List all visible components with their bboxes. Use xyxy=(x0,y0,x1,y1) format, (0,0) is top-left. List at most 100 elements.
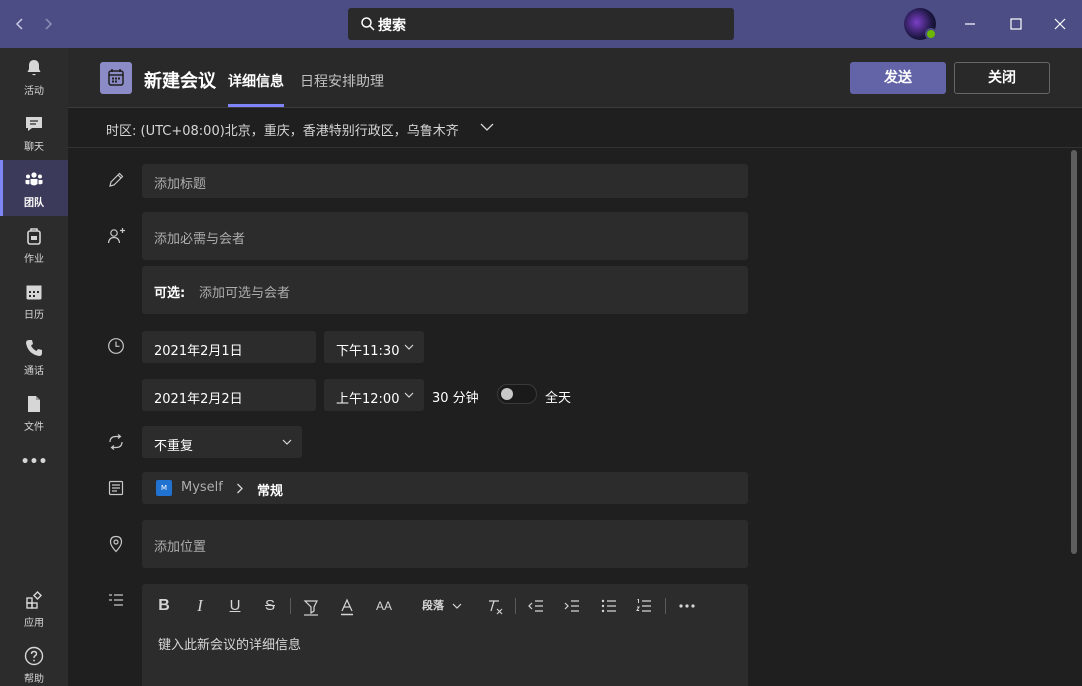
chevron-down-icon xyxy=(404,344,414,350)
repeat-value: 不重复 xyxy=(154,439,194,454)
rail-item-chat[interactable]: 聊天 xyxy=(0,104,68,160)
paragraph-style-dropdown[interactable]: 段落 xyxy=(422,596,444,616)
title-placeholder: 添加标题 xyxy=(154,177,207,192)
rail-item-label: 聊天 xyxy=(24,142,44,153)
required-attendees-input[interactable]: 添加必需与会者 xyxy=(142,212,748,260)
required-attendees-placeholder: 添加必需与会者 xyxy=(154,232,246,247)
chevron-right-icon xyxy=(237,483,243,494)
send-button[interactable]: 发送 xyxy=(850,62,946,94)
start-time-dropdown[interactable]: 下午11:30 xyxy=(324,331,424,363)
rail-item-apps[interactable]: 应用 xyxy=(0,580,68,636)
rail-item-label: 日历 xyxy=(24,310,44,321)
rail-item-assignments[interactable]: 作业 xyxy=(0,216,68,272)
optional-attendees-placeholder: 添加可选与会者 xyxy=(199,286,291,301)
rail-item-label: 作业 xyxy=(24,254,44,265)
phone-icon xyxy=(26,340,42,356)
end-time-value: 上午12:00 xyxy=(336,392,400,407)
close-window-icon[interactable] xyxy=(1048,12,1072,36)
back-arrow-icon[interactable] xyxy=(8,12,32,36)
maximize-icon[interactable] xyxy=(1004,12,1028,36)
rail-item-label: 应用 xyxy=(24,618,44,629)
location-pin-icon xyxy=(109,535,123,553)
details-placeholder: 键入此新会议的详细信息 xyxy=(158,638,302,653)
search-box[interactable]: 搜索 xyxy=(348,8,734,40)
channel-icon xyxy=(108,480,124,496)
bell-icon xyxy=(27,60,41,76)
rail-item-calendar[interactable]: 日历 xyxy=(0,272,68,328)
numbered-list-icon[interactable] xyxy=(636,598,652,614)
chevron-down-icon xyxy=(480,123,494,131)
backpack-icon xyxy=(27,228,41,245)
rail-more-button[interactable]: ••• xyxy=(0,440,68,496)
chevron-down-icon xyxy=(404,392,414,398)
rail-item-label: 文件 xyxy=(24,422,44,433)
help-icon xyxy=(24,646,44,666)
file-icon xyxy=(28,396,40,412)
rail-item-calls[interactable]: 通话 xyxy=(0,328,68,384)
timezone-label: 时区: (UTC+08:00)北京，重庆，香港特别行政区，乌鲁木齐 xyxy=(106,124,459,139)
italic-icon[interactable]: I xyxy=(192,596,208,616)
underline-icon[interactable]: U xyxy=(227,596,243,616)
minimize-icon[interactable] xyxy=(958,12,982,36)
status-available-icon xyxy=(925,28,937,40)
highlight-icon[interactable] xyxy=(302,598,320,616)
bold-icon[interactable]: B xyxy=(156,596,172,616)
more-options-icon[interactable] xyxy=(678,603,696,609)
tab-scheduling-assistant[interactable]: 日程安排助理 xyxy=(300,71,384,91)
calendar-badge-icon xyxy=(100,62,132,94)
apps-icon xyxy=(26,590,43,609)
repeat-dropdown[interactable]: 不重复 xyxy=(142,426,302,458)
title-input[interactable]: 添加标题 xyxy=(142,164,748,198)
rail-item-teams[interactable]: 团队 xyxy=(0,160,68,216)
tab-details[interactable]: 详细信息 xyxy=(228,71,284,107)
title-bar: 搜索 xyxy=(0,0,1082,48)
pencil-icon xyxy=(109,172,124,187)
rail-item-label: 帮助 xyxy=(24,674,44,685)
toolbar-divider xyxy=(515,598,516,614)
optional-label: 可选: xyxy=(154,286,186,301)
meeting-header: 新建会议 详细信息 日程安排助理 发送 关闭 xyxy=(68,48,1082,108)
repeat-icon xyxy=(109,434,123,450)
timezone-selector[interactable]: 时区: (UTC+08:00)北京，重庆，香港特别行政区，乌鲁木齐 xyxy=(68,108,1082,148)
all-day-label: 全天 xyxy=(545,391,572,406)
details-list-icon xyxy=(109,594,123,606)
all-day-toggle[interactable] xyxy=(497,384,537,404)
increase-indent-icon[interactable] xyxy=(564,598,580,614)
font-color-icon[interactable] xyxy=(339,598,355,616)
forward-arrow-icon[interactable] xyxy=(36,12,60,36)
channel-selector[interactable]: M Myself 常规 xyxy=(142,472,748,504)
rail-item-files[interactable]: 文件 xyxy=(0,384,68,440)
scrollbar[interactable] xyxy=(1071,150,1077,554)
close-button[interactable]: 关闭 xyxy=(954,62,1050,94)
page-title: 新建会议 xyxy=(144,71,216,92)
toolbar-divider xyxy=(665,598,666,614)
optional-attendees-input[interactable]: 可选: 添加可选与会者 xyxy=(142,266,748,314)
location-input[interactable]: 添加位置 xyxy=(142,520,748,568)
search-placeholder: 搜索 xyxy=(378,18,406,34)
details-editor[interactable]: B I U S AA 段落 键入此新会议的详细信息 xyxy=(142,584,748,686)
toggle-knob xyxy=(501,388,513,400)
rail-item-activity[interactable]: 活动 xyxy=(0,48,68,104)
team-avatar: M xyxy=(156,480,172,496)
rail-item-label: 通话 xyxy=(24,366,44,377)
font-size-icon[interactable]: AA xyxy=(374,596,394,616)
end-time-dropdown[interactable]: 上午12:00 xyxy=(324,379,424,411)
strikethrough-icon[interactable]: S xyxy=(262,596,278,616)
more-icon: ••• xyxy=(20,454,48,470)
team-name: Myself xyxy=(181,480,223,495)
bulleted-list-icon[interactable] xyxy=(601,598,617,614)
end-date-value: 2021年2月2日 xyxy=(154,392,243,407)
start-date-picker[interactable]: 2021年2月1日 xyxy=(142,331,316,363)
channel-name: 常规 xyxy=(257,484,284,499)
toolbar-divider xyxy=(290,598,291,614)
decrease-indent-icon[interactable] xyxy=(528,598,544,614)
clear-formatting-icon[interactable] xyxy=(487,598,505,616)
rail-item-help[interactable]: 帮助 xyxy=(0,636,68,686)
end-date-picker[interactable]: 2021年2月2日 xyxy=(142,379,316,411)
chevron-down-icon xyxy=(452,603,462,609)
search-icon xyxy=(361,17,375,31)
clock-icon xyxy=(108,338,124,354)
duration-text: 30 分钟 xyxy=(432,391,479,406)
add-person-icon xyxy=(107,228,125,244)
chat-icon xyxy=(26,117,42,131)
